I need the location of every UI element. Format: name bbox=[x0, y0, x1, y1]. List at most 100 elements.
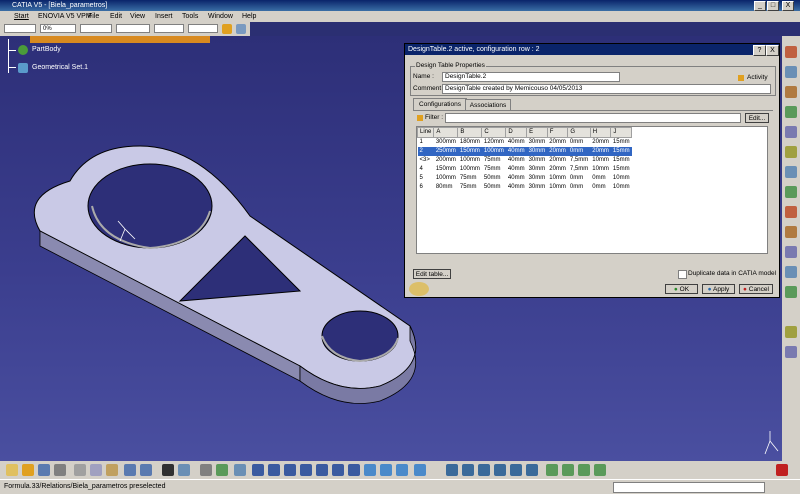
table-cell[interactable]: 40mm bbox=[506, 183, 527, 192]
table-cell[interactable]: 50mm bbox=[482, 174, 506, 183]
table-row[interactable]: 1 300mm 180mm 120mm 40mm 30mm 20mm 0mm 20mm 15mm bbox=[418, 138, 632, 148]
paste-icon[interactable] bbox=[106, 464, 118, 476]
catalog-icon[interactable] bbox=[200, 464, 212, 476]
table-cell[interactable]: 15mm bbox=[611, 165, 632, 174]
chamfer-icon[interactable] bbox=[785, 166, 797, 178]
table-cell[interactable]: 0mm bbox=[568, 138, 590, 148]
table-cell[interactable]: 2 bbox=[417, 147, 434, 156]
table-cell[interactable]: 0mm bbox=[568, 174, 590, 183]
maximize-button[interactable]: □ bbox=[767, 1, 779, 11]
table-cell[interactable]: 40mm bbox=[506, 174, 527, 183]
fit-all-icon[interactable] bbox=[268, 464, 280, 476]
menu-start[interactable]: Start bbox=[14, 11, 29, 22]
measure-between-icon[interactable] bbox=[446, 464, 458, 476]
transparency-combo[interactable]: 0% bbox=[40, 24, 76, 33]
minimize-button[interactable]: _ bbox=[754, 1, 766, 11]
apply-button[interactable]: ● Apply bbox=[702, 284, 735, 294]
hide-show-icon[interactable] bbox=[396, 464, 408, 476]
point-icon[interactable] bbox=[562, 464, 574, 476]
table-cell[interactable]: 0mm bbox=[590, 183, 611, 192]
hole-icon[interactable] bbox=[785, 126, 797, 138]
properties-icon[interactable] bbox=[236, 24, 246, 34]
iso-view-icon[interactable] bbox=[364, 464, 376, 476]
shaft-icon[interactable] bbox=[785, 106, 797, 118]
comment-field[interactable]: DesignTable created by Memicouso 04/05/2… bbox=[442, 84, 771, 94]
column-header[interactable]: Line bbox=[416, 127, 435, 138]
fly-mode-icon[interactable] bbox=[252, 464, 264, 476]
column-header[interactable]: A bbox=[433, 127, 459, 138]
column-header[interactable]: C bbox=[481, 127, 507, 138]
table-cell[interactable]: 40mm bbox=[506, 156, 527, 165]
print-icon[interactable] bbox=[54, 464, 66, 476]
normal-view-icon[interactable] bbox=[348, 464, 360, 476]
pocket-icon[interactable] bbox=[785, 86, 797, 98]
table-cell[interactable]: 30mm bbox=[527, 174, 548, 183]
layer-combo[interactable] bbox=[188, 24, 218, 33]
table-cell[interactable]: 10mm bbox=[547, 174, 568, 183]
table-cell[interactable]: 30mm bbox=[526, 147, 548, 156]
menu-insert[interactable]: Insert bbox=[155, 11, 173, 22]
knowledge-icon[interactable] bbox=[178, 464, 190, 476]
table-row[interactable]: 6 80mm 75mm 50mm 40mm 30mm 10mm 0mm 0mm 10mm bbox=[418, 183, 632, 192]
table-cell[interactable]: 100mm bbox=[458, 156, 482, 165]
shading-icon[interactable] bbox=[380, 464, 392, 476]
table-cell[interactable]: 120mm bbox=[482, 138, 506, 148]
activity-icon[interactable] bbox=[738, 75, 744, 81]
table-cell[interactable]: 6 bbox=[418, 183, 434, 192]
menu-window[interactable]: Window bbox=[208, 11, 233, 22]
configuration-table[interactable]: Line A B C D E F G H J 1 300mm 180mm 120mm 4… bbox=[416, 126, 768, 254]
table-cell[interactable]: 50mm bbox=[482, 183, 506, 192]
table-cell[interactable]: 80mm bbox=[434, 183, 458, 192]
table-cell[interactable]: 200mm bbox=[434, 156, 458, 165]
plane-icon[interactable] bbox=[594, 464, 606, 476]
sketch-analysis-icon[interactable] bbox=[494, 464, 506, 476]
swap-space-icon[interactable] bbox=[414, 464, 426, 476]
dialog-help-button[interactable]: ? bbox=[753, 45, 766, 56]
measure-icon[interactable] bbox=[785, 266, 797, 278]
redo-icon[interactable] bbox=[140, 464, 152, 476]
table-cell[interactable]: 7,5mm bbox=[568, 165, 590, 174]
cut-icon[interactable] bbox=[74, 464, 86, 476]
table-cell[interactable]: 0mm bbox=[567, 147, 591, 156]
column-header[interactable]: B bbox=[457, 127, 483, 138]
column-header[interactable]: D bbox=[505, 127, 528, 138]
table-cell[interactable]: 7,5mm bbox=[568, 156, 590, 165]
point-symbol-combo[interactable] bbox=[154, 24, 184, 33]
table-cell[interactable]: 75mm bbox=[458, 183, 482, 192]
table-cell[interactable]: 20mm bbox=[590, 138, 611, 148]
column-header[interactable]: F bbox=[546, 127, 569, 138]
table-cell[interactable]: 150mm bbox=[434, 165, 458, 174]
tree-item-partbody[interactable]: PartBody bbox=[32, 46, 61, 53]
table-cell[interactable]: 30mm bbox=[527, 183, 548, 192]
table-cell[interactable]: 0mm bbox=[568, 183, 590, 192]
filter-field[interactable] bbox=[445, 113, 741, 123]
copy-icon[interactable] bbox=[90, 464, 102, 476]
table-cell[interactable]: 100mm bbox=[458, 165, 482, 174]
dialog-close-button[interactable]: X bbox=[766, 45, 779, 56]
table-cell[interactable]: 10mm bbox=[611, 174, 632, 183]
table-cell[interactable]: 250mm bbox=[433, 147, 458, 156]
table-cell[interactable]: 300mm bbox=[434, 138, 458, 148]
menu-help[interactable]: Help bbox=[242, 11, 256, 22]
table-cell[interactable]: 20mm bbox=[590, 147, 611, 156]
ok-button[interactable]: ● OK bbox=[665, 284, 698, 294]
table-cell[interactable]: 40mm bbox=[506, 138, 527, 148]
apply-material-icon[interactable] bbox=[785, 326, 797, 338]
edit-table-button[interactable]: Edit table... bbox=[413, 269, 451, 279]
measure-inertia-icon[interactable] bbox=[478, 464, 490, 476]
table-cell[interactable]: 5 bbox=[418, 174, 434, 183]
table-cell[interactable]: 20mm bbox=[547, 147, 568, 156]
formula-fx-icon[interactable] bbox=[162, 464, 174, 476]
table-cell[interactable]: 15mm bbox=[611, 156, 632, 165]
column-header[interactable]: G bbox=[567, 127, 591, 138]
table-cell[interactable]: 30mm bbox=[527, 138, 548, 148]
table-cell[interactable]: 75mm bbox=[458, 174, 482, 183]
column-header[interactable]: J bbox=[610, 127, 633, 138]
table-row[interactable]: 2 250mm 150mm 100mm 40mm 30mm 20mm 0mm 20mm 15mm bbox=[417, 147, 632, 156]
table-cell[interactable]: 20mm bbox=[547, 156, 568, 165]
table-cell[interactable]: 30mm bbox=[527, 165, 548, 174]
table-cell[interactable]: 10mm bbox=[590, 156, 611, 165]
menu-enovia[interactable]: ENOVIA V5 VPM bbox=[38, 11, 92, 22]
table-cell[interactable]: 20mm bbox=[547, 165, 568, 174]
save-icon[interactable] bbox=[38, 464, 50, 476]
